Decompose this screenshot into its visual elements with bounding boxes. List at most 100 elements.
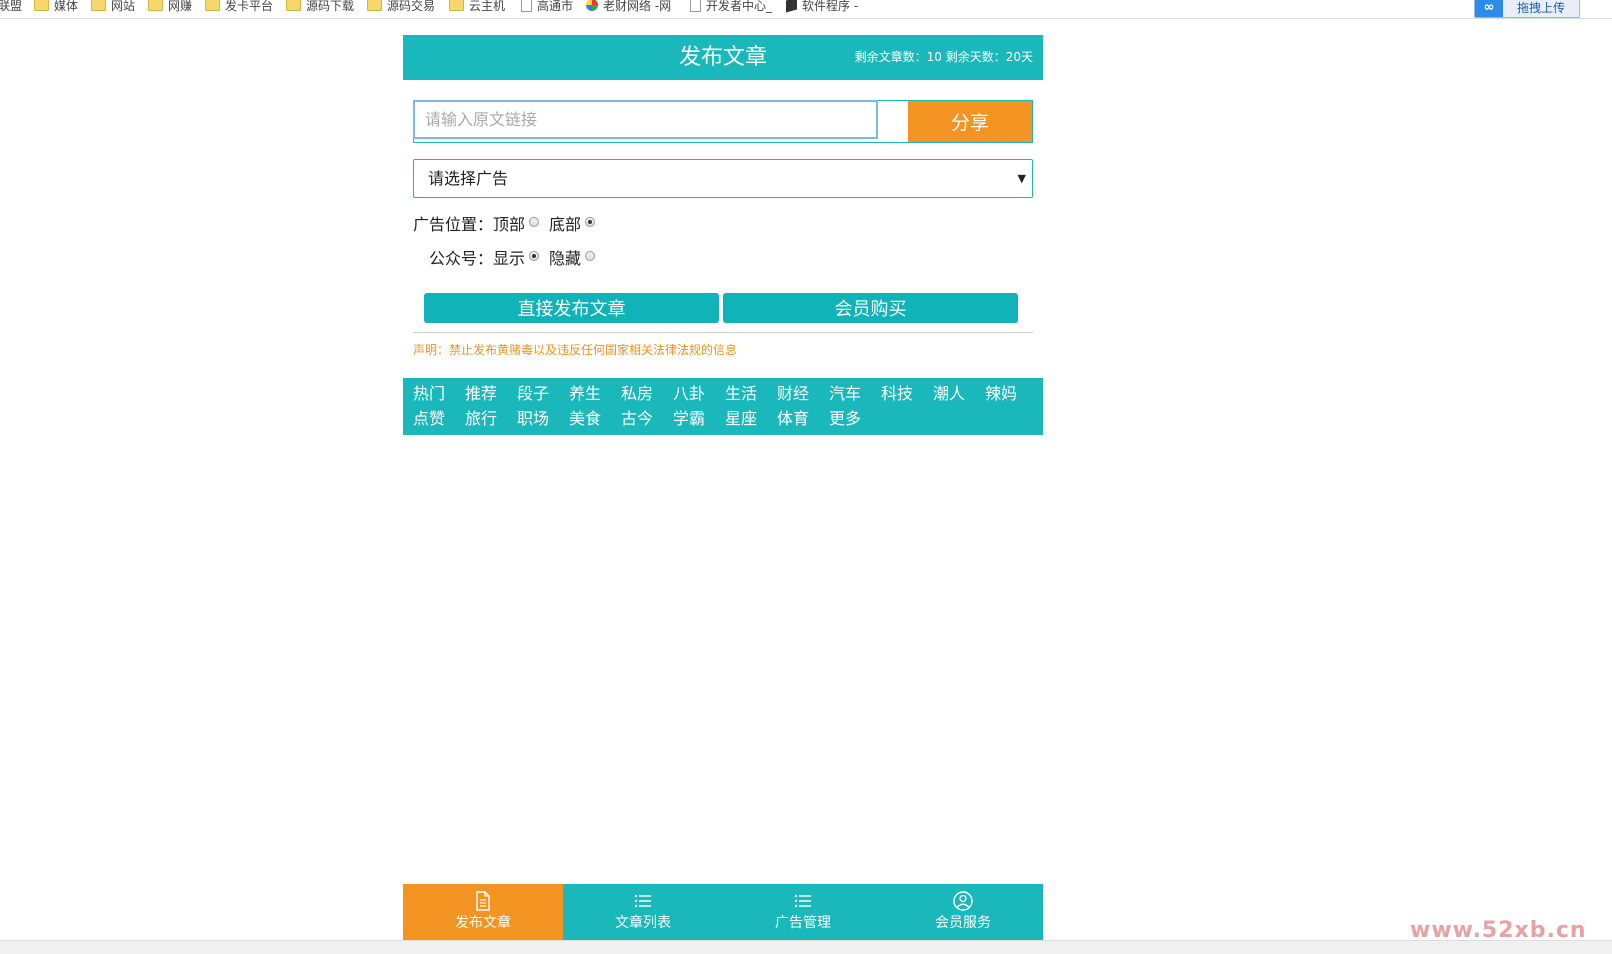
category-link[interactable]: 科技 [881,382,933,406]
category-link[interactable]: 点赞 [413,407,465,431]
radio-label-hide: 隐藏 [549,249,582,268]
nav-label: 文章列表 [615,915,671,931]
radio-show[interactable] [529,251,540,261]
category-link[interactable]: 财经 [777,382,829,406]
bookmark-label: 联盟 [0,0,23,13]
url-form: 分享 [413,100,1033,143]
category-link[interactable]: 更多 [829,407,881,431]
nav-label: 广告管理 [775,915,831,931]
category-link[interactable]: 推荐 [465,382,517,406]
folder-icon [34,0,49,11]
bookmark-folder[interactable]: 源码交易 [367,0,435,13]
bottom-nav: 发布文章 文章列表 广告管理 会员服务 [403,884,1043,940]
nav-ad-management[interactable]: 广告管理 [723,884,883,940]
nav-article-list[interactable]: 文章列表 [563,884,723,940]
folder-icon [449,0,464,11]
bookmark-page[interactable]: 开发者中心_ [690,0,772,13]
category-link[interactable]: 星座 [725,407,777,431]
bookmark-label: 软件程序 - [802,0,859,13]
folder-icon [91,0,106,11]
publish-panel: 发布文章 剩余文章数：10 剩余天数：20天 分享 请选择广告 ▼ 广告位置： … [403,35,1043,435]
bookmark-label: 云主机 [469,0,506,13]
nav-label: 会员服务 [935,915,991,931]
category-link[interactable]: 汽车 [829,382,881,406]
bookmark-label: 网站 [111,0,136,13]
category-link[interactable]: 职场 [517,407,569,431]
radio-bottom[interactable] [585,217,596,227]
folder-icon [286,0,301,11]
bookmark-folder[interactable]: 源码下载 [286,0,354,13]
site-logo-icon [586,0,598,11]
category-link[interactable]: 潮人 [933,382,985,406]
bookmark-folder[interactable]: 媒体 [34,0,78,13]
bookmark-label: 媒体 [54,0,79,13]
browser-status-bar [0,940,1612,954]
category-bar: 热门 推荐 段子 养生 私房 八卦 生活 财经 汽车 科技 潮人 辣妈 点赞 旅… [403,378,1043,435]
bookmark-label: 网赚 [168,0,193,13]
category-link[interactable]: 辣妈 [985,382,1037,406]
bookmark-label: 源码下载 [306,0,355,13]
category-link[interactable]: 美食 [569,407,621,431]
publish-article-button[interactable]: 直接发布文章 [424,293,719,323]
bookmark-folder[interactable]: 网赚 [148,0,192,13]
bookmark-label: 高通市 [537,0,574,13]
bookmark-page[interactable]: 老财网络 -网 [586,0,671,13]
bookmark-label: 开发者中心_ [706,0,773,13]
divider [413,332,1033,333]
page-icon [521,0,532,12]
bookmark-label: 源码交易 [387,0,436,13]
category-link[interactable]: 古今 [621,407,673,431]
official-account-label: 公众号： [429,249,494,268]
list-icon [634,894,651,908]
bookmark-label: 发卡平台 [225,0,274,13]
cloud-logo-icon: ∞ [1475,0,1503,17]
category-link[interactable]: 段子 [517,382,569,406]
category-link[interactable]: 生活 [725,382,777,406]
radio-label-show: 显示 [493,249,526,268]
category-link[interactable]: 热门 [413,382,465,406]
list-icon [794,894,811,908]
watermark: www.52xb.cn [1410,918,1587,943]
disclaimer: 声明：禁止发布黄赌毒以及违反任何国家相关法律法规的信息 [413,343,738,357]
category-link[interactable]: 八卦 [673,382,725,406]
nav-publish-article[interactable]: 发布文章 [403,884,563,940]
category-link[interactable]: 养生 [569,382,621,406]
url-input[interactable] [413,100,878,139]
ad-position-label: 广告位置： [413,215,494,234]
bookmark-label: 老财网络 -网 [603,0,672,13]
folder-icon [148,0,163,11]
user-icon [953,891,973,911]
radio-hide[interactable] [585,251,596,261]
bookmark-page[interactable]: 软件程序 - [786,0,858,13]
radio-label-top: 顶部 [493,215,526,234]
radio-top[interactable] [529,217,540,227]
upload-label: 拖拽上传 [1516,0,1565,15]
page-header: 发布文章 剩余文章数：10 剩余天数：20天 [403,35,1043,80]
bookmark-folder[interactable]: 云主机 [449,0,505,13]
document-icon [476,891,490,911]
bookmark-page[interactable]: 高通市 [521,0,573,13]
bookmark-folder[interactable]: 发卡平台 [205,0,273,13]
bookmarks-bar: 联盟 媒体 网站 网赚 发卡平台 源码下载 源码交易 云主机 高通市 老财网络 … [0,0,1612,19]
category-link[interactable]: 私房 [621,382,673,406]
bookmark-item[interactable]: 联盟 [0,0,22,13]
app-icon [786,0,797,13]
official-account-group: 公众号： 显示 隐藏 [429,247,605,271]
member-purchase-button[interactable]: 会员购买 [723,293,1018,323]
drag-upload-button[interactable]: ∞ 拖拽上传 [1474,0,1580,18]
category-link[interactable]: 旅行 [465,407,517,431]
share-button[interactable]: 分享 [908,101,1032,142]
ad-position-group: 广告位置： 顶部 底部 [413,213,605,237]
nav-member-service[interactable]: 会员服务 [883,884,1043,940]
page-icon [690,0,701,12]
radio-label-bottom: 底部 [549,215,582,234]
nav-label: 发布文章 [455,915,511,931]
category-link[interactable]: 体育 [777,407,829,431]
folder-icon [367,0,382,11]
category-link[interactable]: 学霸 [673,407,725,431]
folder-icon [205,0,220,11]
bookmark-folder[interactable]: 网站 [91,0,135,13]
quota-stats: 剩余文章数：10 剩余天数：20天 [854,50,1033,64]
ad-select[interactable]: 请选择广告 ▼ [413,159,1033,198]
ad-select-value: 请选择广告 [428,169,509,188]
